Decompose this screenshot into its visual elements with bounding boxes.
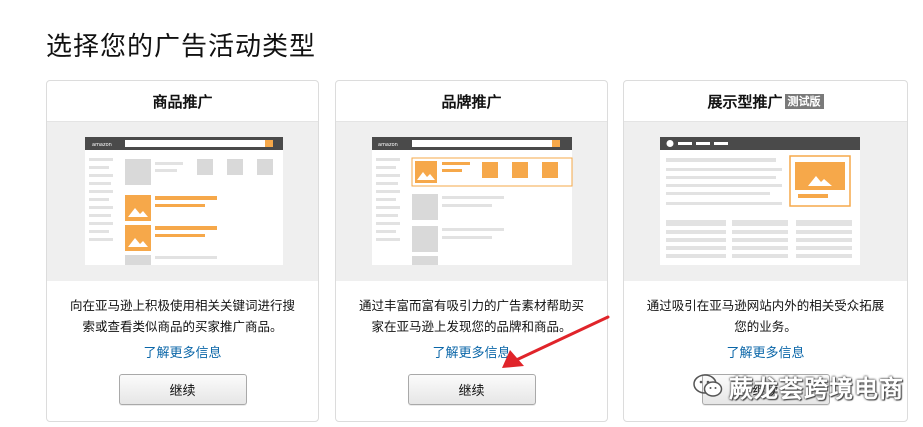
red-arrow-annotation [502,315,610,368]
continue-button[interactable]: 继续 [407,374,536,405]
card-title-text: 品牌推广 [441,92,502,111]
sponsored-display-illustration [624,122,907,281]
watermark-text: 蕨龙荟跨境电商 [729,374,904,403]
continue-button[interactable]: 继续 [118,374,247,405]
watermark: 蕨龙荟跨境电商 [693,360,904,412]
card-sponsored-products[interactable]: 商品推广 amazon 向在亚马逊上积极使用相关关键词进行搜索或查看类似商品的买… [46,80,319,422]
sponsored-brands-illustration: amazon [336,122,607,281]
card-description: 向在亚马逊上积极使用相关关键词进行搜索或查看类似商品的买家推广商品。 [69,298,295,334]
sponsored-products-illustration: amazon [47,122,318,281]
beta-badge: 测试版 [784,93,824,109]
card-title: 品牌推广 [336,81,607,122]
learn-more-link[interactable]: 了解更多信息 [47,342,318,361]
learn-more-link[interactable]: 了解更多信息 [624,342,907,361]
card-title: 商品推广 [47,81,318,122]
wechat-icon [693,374,723,397]
card-title-text: 展示型推广 [707,92,783,111]
page-title: 选择您的广告活动类型 [46,32,317,62]
card-title: 展示型推广 测试版 [624,81,907,122]
amazon-logo: amazon [378,142,398,148]
card-description: 通过吸引在亚马逊网站内外的相关受众拓展您的业务。 [646,298,885,334]
card-title-text: 商品推广 [152,92,213,111]
amazon-logo: amazon [92,142,112,148]
